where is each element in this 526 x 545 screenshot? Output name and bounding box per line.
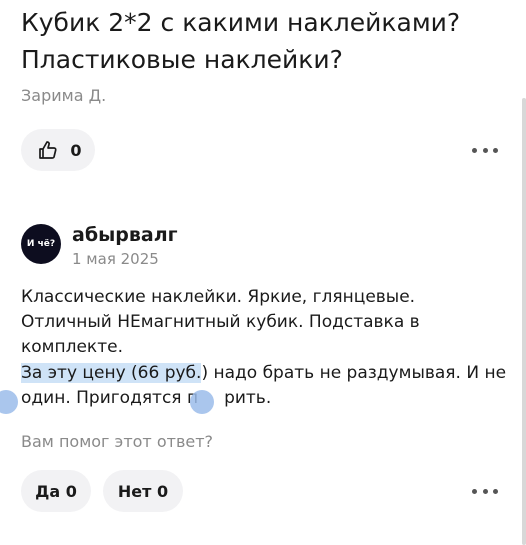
avatar[interactable]: И чё? — [21, 224, 61, 264]
question-author[interactable]: Зарима Д. — [21, 86, 106, 105]
answer-date: 1 мая 2025 — [72, 250, 159, 268]
question-more-icon[interactable] — [472, 145, 498, 155]
no-button[interactable]: Нет 0 — [103, 470, 183, 512]
answer-author[interactable]: абырвалг — [72, 224, 178, 246]
scrollbar[interactable] — [522, 98, 526, 545]
answer-line-1: Классические наклейки. Яркие, глянцевые. — [21, 287, 416, 307]
selection-start-handle[interactable] — [0, 390, 18, 414]
selection-end-handle[interactable] — [190, 390, 214, 414]
like-count: 0 — [70, 140, 82, 160]
yes-button[interactable]: Да 0 — [21, 470, 91, 512]
thumbs-up-icon — [39, 141, 58, 159]
answer-line-2: Отличный НЕмагнитный кубик. Подставка в … — [21, 312, 420, 357]
question-title: Кубик 2*2 с какими наклейками? Пластиков… — [21, 8, 461, 74]
answer-line-4-start: один. Пригодятся п — [21, 388, 199, 408]
like-button[interactable]: 0 — [21, 129, 95, 171]
answer-more-icon[interactable] — [472, 486, 498, 496]
answer-line-4: один. Пригодятся п рить. — [21, 386, 511, 411]
answer-line-3: За эту цену (66 руб.) надо брать не разд… — [21, 361, 511, 386]
answer-line-3-rest: ) надо брать не раздумывая. И не — [201, 363, 507, 383]
helpful-prompt: Вам помог этот ответ? — [21, 432, 214, 451]
answer-line-4-end: рить. — [224, 388, 272, 408]
selected-text[interactable]: За эту цену (66 руб. — [21, 363, 202, 383]
